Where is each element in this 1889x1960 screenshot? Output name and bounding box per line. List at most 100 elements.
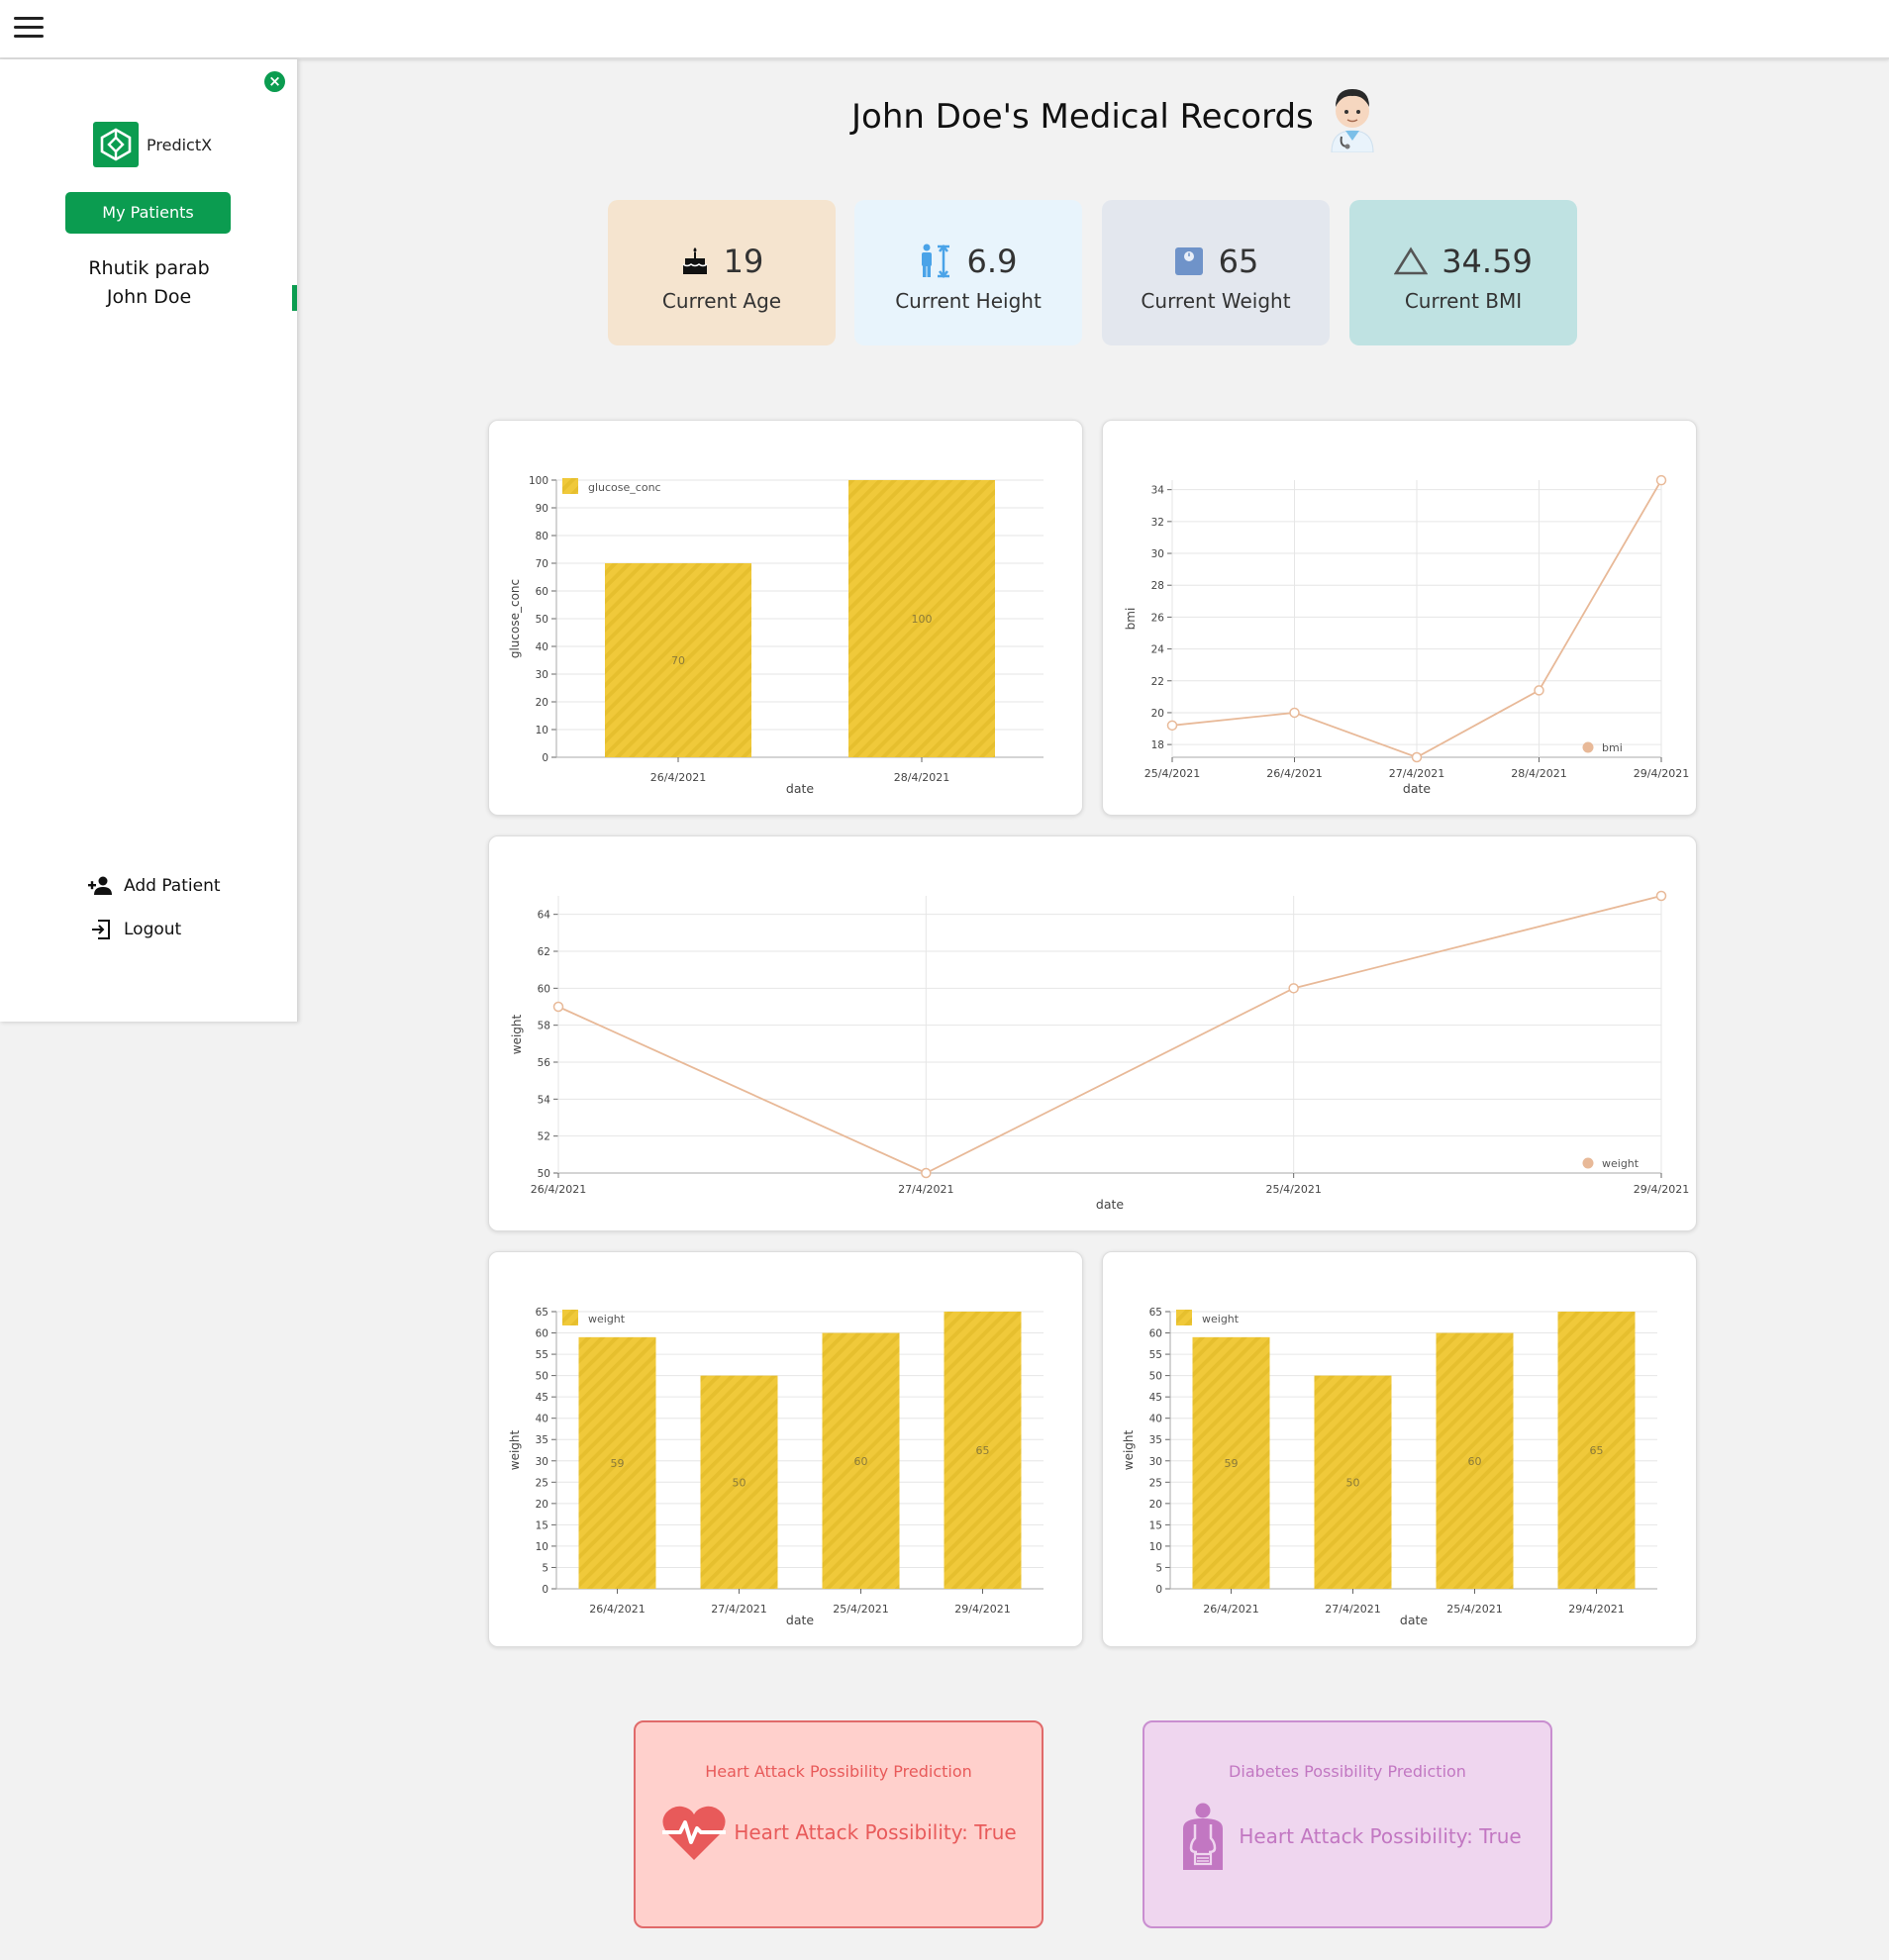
diabetes-prediction-result: Heart Attack Possibility: True (1239, 1824, 1522, 1848)
top-bar (0, 0, 1889, 59)
height-icon (921, 244, 949, 279)
stat-card-bmi: 34.59 Current BMI (1349, 200, 1577, 345)
y-axis-label: glucose_conc (508, 579, 522, 658)
menu-icon[interactable] (14, 17, 44, 41)
y-tick-label: 30 (1151, 548, 1164, 560)
y-tick-label: 50 (538, 1168, 550, 1180)
age-label: Current Age (661, 289, 782, 313)
bmi-label: Current BMI (1404, 289, 1523, 313)
y-tick-label: 34 (1151, 485, 1165, 497)
x-axis-label: date (786, 781, 814, 796)
logout-label: Logout (124, 920, 182, 939)
sidebar: × PredictX My Patients Rhutik parab John… (0, 59, 298, 1022)
y-tick-label: 80 (536, 531, 548, 542)
y-tick-label: 45 (1149, 1392, 1162, 1404)
organs-icon (1183, 1803, 1224, 1870)
y-tick-label: 40 (1149, 1414, 1162, 1425)
x-tick-label: 27/4/2021 (711, 1603, 766, 1616)
add-patient-button[interactable]: Add Patient (88, 875, 221, 897)
diabetes-prediction-card: Diabetes Possibility Prediction Heart At… (1143, 1720, 1552, 1928)
y-tick-label: 55 (1149, 1349, 1162, 1361)
heart-prediction-card: Heart Attack Possibility Prediction Hear… (634, 1720, 1044, 1928)
y-tick-label: 24 (1151, 644, 1165, 656)
y-tick-label: 50 (1149, 1371, 1162, 1383)
brand-name: PredictX (147, 135, 213, 154)
y-tick-label: 55 (536, 1349, 548, 1361)
y-tick-label: 32 (1151, 517, 1164, 529)
bmi-value: 34.59 (1442, 243, 1533, 280)
y-tick-label: 10 (536, 725, 548, 736)
y-tick-label: 100 (529, 475, 548, 487)
legend-label: bmi (1602, 741, 1623, 754)
triangle-icon (1394, 246, 1429, 275)
x-tick-label: 28/4/2021 (894, 771, 949, 784)
data-point (1411, 751, 1423, 763)
y-axis-label: weight (510, 1014, 524, 1054)
data-point (1534, 685, 1544, 696)
bar-value-label: 50 (1346, 1476, 1360, 1489)
glucose-bar-chart: 0 10 20 30 40 50 60 70 80 90 100 glucose_concdate 70… (508, 475, 1044, 796)
x-tick-label: 29/4/2021 (1634, 1183, 1689, 1196)
close-icon[interactable]: × (264, 71, 285, 92)
logout-button[interactable]: Logout (88, 919, 181, 940)
y-tick-label: 26 (1151, 612, 1165, 624)
my-patients-button[interactable]: My Patients (65, 192, 231, 234)
y-tick-label: 65 (536, 1307, 548, 1319)
y-tick-label: 50 (536, 614, 548, 626)
y-tick-label: 35 (1149, 1434, 1162, 1446)
y-tick-label: 60 (536, 586, 548, 598)
x-tick-label: 27/4/2021 (1389, 767, 1444, 780)
y-tick-label: 60 (538, 983, 550, 995)
x-tick-label: 26/4/2021 (650, 771, 706, 784)
bar-value-label: 65 (1590, 1444, 1604, 1457)
y-tick-label: 52 (538, 1131, 550, 1143)
cake-icon (682, 247, 708, 274)
y-tick-label: 20 (536, 1499, 548, 1511)
y-tick-label: 10 (1149, 1541, 1162, 1553)
brand: PredictX (93, 122, 212, 167)
x-tick-label: 27/4/2021 (1325, 1603, 1380, 1616)
patient-item-rhutik-parab[interactable]: Rhutik parab (0, 254, 298, 283)
legend-swatch (562, 1310, 578, 1325)
x-tick-label: 25/4/2021 (833, 1603, 888, 1616)
y-tick-label: 40 (536, 1414, 548, 1425)
patient-list: Rhutik parab John Doe (0, 254, 298, 312)
bar-value-label: 50 (733, 1476, 746, 1489)
x-tick-label: 28/4/2021 (1511, 767, 1566, 780)
add-user-icon (88, 875, 114, 897)
weight-bar-chart-card-1: 0 5 10 15 20 25 30 35 40 45 50 55 60 65 weight date 59 26… (488, 1251, 1083, 1647)
x-axis-label: date (1400, 1613, 1428, 1627)
legend-label: weight (1602, 1157, 1640, 1170)
y-tick-label: 56 (538, 1057, 551, 1069)
data-point (1655, 474, 1667, 486)
diabetes-prediction-title: Diabetes Possibility Prediction (1229, 1762, 1466, 1781)
y-tick-label: 20 (1149, 1499, 1162, 1511)
y-tick-label: 20 (1151, 708, 1164, 720)
bar-value-label: 100 (912, 613, 933, 626)
y-tick-label: 90 (536, 503, 548, 515)
legend-label: weight (1202, 1313, 1240, 1325)
y-tick-label: 30 (1149, 1456, 1162, 1468)
page-title: John Doe's Medical Records (851, 97, 1314, 137)
doctor-avatar-icon (1331, 89, 1374, 152)
y-axis-label: weight (1122, 1429, 1136, 1470)
legend-swatch (1582, 741, 1594, 753)
data-point (1289, 707, 1300, 719)
y-tick-label: 60 (1149, 1328, 1162, 1340)
x-tick-label: 25/4/2021 (1265, 1183, 1321, 1196)
data-point (921, 1167, 932, 1179)
legend-label: glucose_conc (588, 481, 661, 494)
y-tick-label: 60 (536, 1328, 548, 1340)
age-value: 19 (723, 243, 764, 280)
y-axis-label: weight (508, 1429, 522, 1470)
x-tick-label: 26/4/2021 (1203, 1603, 1258, 1616)
y-tick-label: 62 (538, 946, 550, 958)
y-tick-label: 22 (1151, 676, 1164, 688)
bar-value-label: 65 (976, 1444, 990, 1457)
weight-bar-chart-card-2: 0 5 10 15 20 25 30 35 40 45 50 55 60 65 weight date 59 26… (1102, 1251, 1697, 1647)
legend-label: weight (588, 1313, 626, 1325)
patient-item-john-doe[interactable]: John Doe (0, 283, 298, 312)
y-tick-label: 15 (536, 1519, 548, 1531)
y-tick-label: 25 (536, 1477, 548, 1489)
logout-icon (88, 919, 114, 940)
